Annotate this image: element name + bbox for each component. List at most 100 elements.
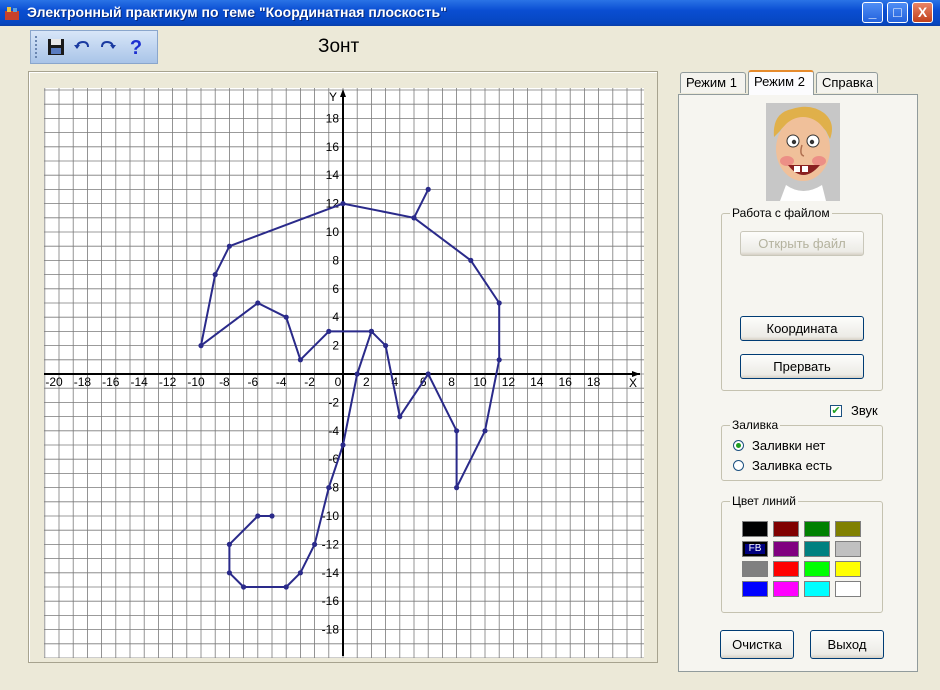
maximize-button[interactable]: □	[887, 2, 908, 23]
x-tick-label: -8	[219, 375, 230, 389]
svg-text:?: ?	[130, 37, 142, 58]
fill-group-title: Заливка	[730, 418, 781, 432]
tab-mode-2[interactable]: Режим 2	[748, 70, 814, 95]
file-group: Работа с файлом Открыть файл Координата …	[721, 206, 883, 391]
exit-button[interactable]: Выход	[810, 630, 884, 659]
toolbar: ?	[30, 30, 158, 64]
plot-point	[226, 541, 232, 547]
plot-point	[312, 541, 318, 547]
plot-point	[326, 328, 332, 334]
y-tick-label: -14	[322, 566, 340, 580]
plot-point	[340, 442, 346, 448]
y-tick-label: 16	[326, 140, 340, 154]
tab-control: Режим 1 Режим 2 Справка Работа с файлом …	[676, 70, 920, 675]
y-tick-label: -10	[322, 509, 340, 523]
plot-point	[454, 428, 460, 434]
x-tick-label: -20	[45, 375, 63, 389]
toolbar-grip[interactable]	[35, 36, 40, 58]
x-tick-label: 0	[335, 375, 342, 389]
x-tick-label: 8	[448, 375, 455, 389]
plot-point	[425, 186, 431, 192]
sound-checkbox[interactable]: ✔ Звук	[830, 403, 878, 418]
line-color-group: Цвет линий FB	[721, 494, 883, 613]
color-swatch[interactable]	[773, 521, 799, 537]
color-swatch[interactable]: FB	[742, 541, 768, 557]
coordinate-plane[interactable]: -20 -18 -16 -14 -12 -10 -8 -6 -4 -2 0 2 4 6 8 10 12 14 16 1…	[44, 88, 644, 658]
plot-point	[411, 215, 417, 221]
color-swatch[interactable]	[773, 541, 799, 557]
save-icon[interactable]	[45, 36, 67, 58]
color-swatch[interactable]	[773, 581, 799, 597]
color-swatch[interactable]	[835, 561, 861, 577]
redo-icon[interactable]	[97, 36, 119, 58]
plot-point	[496, 300, 502, 306]
tab-mode-1[interactable]: Режим 1	[680, 72, 746, 93]
coordinate-button[interactable]: Координата	[740, 316, 864, 341]
plot-point	[226, 570, 232, 576]
plot-point	[297, 357, 303, 363]
fill-none-label: Заливки нет	[752, 438, 826, 453]
color-swatch[interactable]	[804, 561, 830, 577]
color-swatch[interactable]	[742, 521, 768, 537]
window-title: Электронный практикум по теме "Координат…	[27, 4, 447, 20]
plot-point	[340, 201, 346, 207]
x-tick-label: -16	[102, 375, 120, 389]
plot-point	[397, 414, 403, 420]
color-swatch[interactable]	[835, 541, 861, 557]
y-tick-label: 14	[326, 168, 340, 182]
plot-point	[226, 243, 232, 249]
radio-icon[interactable]	[733, 460, 744, 471]
sound-label: Звук	[851, 403, 878, 418]
x-tick-label: 18	[587, 375, 601, 389]
plot-point	[255, 300, 261, 306]
line-color-group-title: Цвет линий	[730, 494, 798, 508]
radio-selected-icon[interactable]	[733, 440, 744, 451]
close-button[interactable]: X	[912, 2, 933, 23]
color-swatch[interactable]	[804, 521, 830, 537]
y-axis-label: Y	[329, 90, 337, 104]
color-swatch[interactable]	[804, 581, 830, 597]
y-tick-label: 2	[332, 339, 339, 353]
x-tick-label: 16	[559, 375, 573, 389]
color-swatch[interactable]	[773, 561, 799, 577]
fill-yes-radio[interactable]: Заливка есть	[733, 458, 832, 473]
plot-point	[425, 371, 431, 377]
undo-icon[interactable]	[71, 36, 93, 58]
color-swatch[interactable]	[804, 541, 830, 557]
y-tick-label: -16	[322, 594, 340, 608]
x-tick-label: 14	[530, 375, 544, 389]
color-swatch[interactable]	[742, 581, 768, 597]
y-tick-label: 10	[326, 225, 340, 239]
plot-point	[468, 257, 474, 263]
clear-button[interactable]: Очистка	[720, 630, 794, 659]
minimize-button[interactable]: _	[862, 2, 883, 23]
x-tick-label: 2	[363, 375, 370, 389]
y-tick-label: 8	[332, 253, 339, 267]
x-tick-label: 12	[502, 375, 516, 389]
y-tick-label: -18	[322, 623, 340, 637]
x-tick-label: -18	[74, 375, 92, 389]
cartoon-face-image	[766, 103, 840, 201]
plot-point	[198, 343, 204, 349]
plot-point	[383, 343, 389, 349]
plot-point	[212, 272, 218, 278]
check-icon[interactable]: ✔	[830, 404, 842, 417]
y-tick-label: 18	[326, 111, 340, 125]
color-swatch[interactable]	[835, 581, 861, 597]
y-tick-label: -12	[322, 537, 340, 551]
interrupt-button[interactable]: Прервать	[740, 354, 864, 379]
plot-point	[283, 584, 289, 590]
plot-point	[241, 584, 247, 590]
open-file-button[interactable]: Открыть файл	[740, 231, 864, 256]
color-swatch[interactable]	[742, 561, 768, 577]
x-tick-label: -4	[276, 375, 287, 389]
color-swatch[interactable]	[835, 521, 861, 537]
help-icon[interactable]: ?	[125, 36, 147, 58]
plot-point	[255, 513, 261, 519]
title-bar: Электронный практикум по теме "Координат…	[0, 0, 940, 26]
tab-panel-mode-2: Работа с файлом Открыть файл Координата …	[678, 94, 918, 672]
x-tick-label: -10	[187, 375, 205, 389]
fill-none-radio[interactable]: Заливки нет	[733, 438, 825, 453]
x-axis-label: X	[629, 376, 637, 390]
tab-help[interactable]: Справка	[816, 72, 878, 93]
